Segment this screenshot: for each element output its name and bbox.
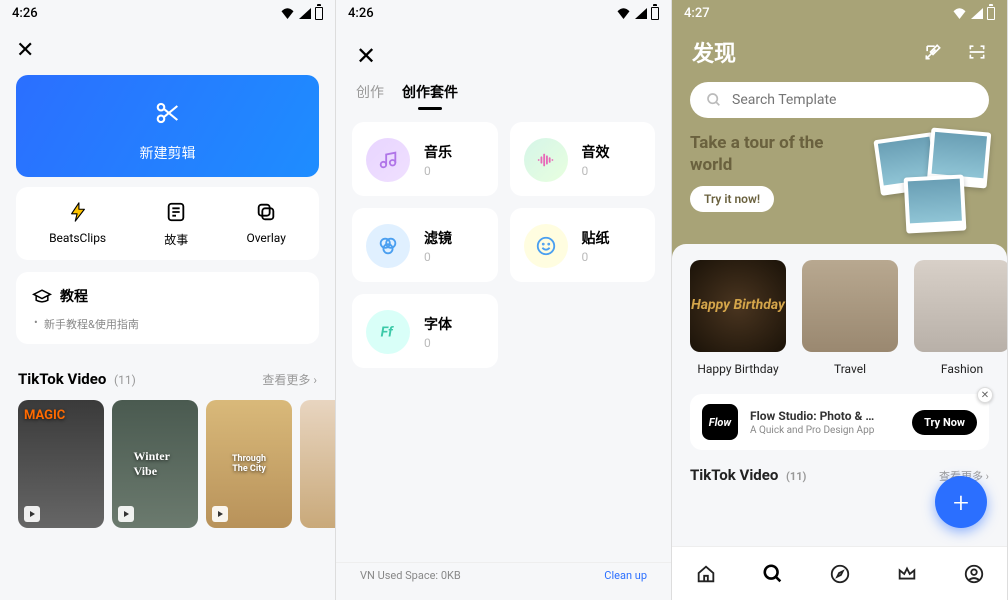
bolt-icon bbox=[66, 201, 90, 223]
graduation-cap-icon bbox=[32, 288, 52, 304]
wifi-icon bbox=[952, 7, 967, 19]
search-field[interactable] bbox=[732, 92, 973, 108]
filter-icon bbox=[366, 224, 410, 268]
tabs: 创作 创作套件 bbox=[336, 76, 671, 110]
used-space-label: VN Used Space: 0KB bbox=[360, 569, 461, 582]
play-icon bbox=[118, 506, 134, 522]
smile-icon bbox=[524, 224, 568, 268]
play-icon bbox=[24, 506, 40, 522]
crown-icon[interactable] bbox=[895, 562, 919, 586]
signal-icon bbox=[635, 8, 647, 19]
status-time: 4:27 bbox=[684, 6, 710, 21]
battery-icon bbox=[315, 7, 323, 20]
close-icon[interactable]: ✕ bbox=[16, 38, 34, 63]
search-icon bbox=[706, 92, 722, 108]
bottom-nav bbox=[672, 546, 1007, 600]
sticker-card[interactable]: 贴纸0 bbox=[510, 208, 656, 282]
status-bar: 4:26 bbox=[336, 0, 671, 26]
page-title: 发现 bbox=[692, 36, 736, 68]
category-item[interactable]: Fashion bbox=[914, 260, 1008, 376]
music-card[interactable]: 音乐0 bbox=[352, 122, 498, 196]
beatsclips-button[interactable]: BeatsClips bbox=[49, 201, 106, 248]
tiktok-count: (11) bbox=[114, 373, 136, 387]
status-bar: 4:27 bbox=[672, 0, 1007, 26]
fab-add-button[interactable]: + bbox=[935, 476, 987, 528]
tutorial-title: 教程 bbox=[60, 286, 88, 306]
font-card[interactable]: Ff 字体0 bbox=[352, 294, 498, 368]
beatsclips-label: BeatsClips bbox=[49, 231, 106, 245]
compass-icon[interactable] bbox=[828, 562, 852, 586]
svg-text:Ff: Ff bbox=[381, 325, 394, 341]
tutorial-sub: 新手教程&使用指南 bbox=[32, 316, 303, 332]
music-icon bbox=[366, 138, 410, 182]
close-ad-icon[interactable]: ✕ bbox=[977, 387, 993, 403]
thumbnail-row[interactable]: MAGIC Winter Vibe Through The City bbox=[16, 400, 319, 528]
status-bar: 4:26 bbox=[0, 0, 335, 26]
ad-try-button[interactable]: Try Now bbox=[912, 410, 977, 435]
search-input[interactable] bbox=[690, 82, 989, 118]
signal-icon bbox=[971, 8, 983, 19]
video-thumb[interactable] bbox=[300, 400, 336, 528]
ad-logo: Flow bbox=[702, 404, 738, 440]
list-icon bbox=[164, 201, 188, 223]
font-icon: Ff bbox=[366, 310, 410, 354]
video-thumb[interactable]: Winter Vibe bbox=[112, 400, 198, 528]
wifi-icon bbox=[280, 7, 295, 19]
category-image bbox=[802, 260, 898, 352]
cleanup-link[interactable]: Clean up bbox=[604, 569, 647, 582]
banner[interactable]: Take a tour of theworld Try it now! bbox=[690, 132, 989, 242]
search-nav-icon[interactable] bbox=[761, 562, 785, 586]
close-icon[interactable]: ✕ bbox=[356, 42, 376, 70]
category-image: Happy Birthday bbox=[690, 260, 786, 352]
category-image bbox=[914, 260, 1008, 352]
category-item[interactable]: Happy Birthday Happy Birthday bbox=[690, 260, 786, 376]
story-label: 故事 bbox=[164, 231, 188, 248]
overlay-icon bbox=[254, 201, 278, 223]
scissors-icon bbox=[154, 99, 182, 127]
new-edit-button[interactable]: 新建剪辑 bbox=[16, 75, 319, 177]
status-time: 4:26 bbox=[12, 6, 38, 21]
home-icon[interactable] bbox=[694, 562, 718, 586]
scan-icon[interactable] bbox=[967, 42, 987, 62]
category-item[interactable]: Travel bbox=[802, 260, 898, 376]
tutorial-card[interactable]: 教程 新手教程&使用指南 bbox=[16, 272, 319, 344]
tab-create[interactable]: 创作 bbox=[356, 82, 384, 110]
play-icon bbox=[212, 506, 228, 522]
story-button[interactable]: 故事 bbox=[164, 201, 188, 248]
tiktok-section-title: TikTok Video bbox=[690, 466, 778, 484]
profile-icon[interactable] bbox=[962, 562, 986, 586]
tab-kit[interactable]: 创作套件 bbox=[402, 82, 458, 110]
overlay-button[interactable]: Overlay bbox=[246, 201, 285, 248]
waveform-icon bbox=[524, 138, 568, 182]
ad-title: Flow Studio: Photo & … bbox=[750, 409, 900, 423]
status-time: 4:26 bbox=[348, 6, 374, 21]
video-thumb[interactable]: Through The City bbox=[206, 400, 292, 528]
see-more-link[interactable]: 查看更多 › bbox=[262, 371, 317, 388]
ad-subtitle: A Quick and Pro Design App bbox=[750, 425, 900, 436]
signal-icon bbox=[299, 8, 311, 19]
category-row[interactable]: Happy Birthday Happy Birthday Travel Fas… bbox=[690, 260, 989, 376]
video-thumb[interactable]: MAGIC bbox=[18, 400, 104, 528]
battery-icon bbox=[987, 7, 995, 20]
wifi-icon bbox=[616, 7, 631, 19]
tiktok-section-title: TikTok Video (11) bbox=[18, 370, 136, 388]
edit-icon[interactable] bbox=[923, 42, 943, 62]
filter-card[interactable]: 滤镜0 bbox=[352, 208, 498, 282]
battery-icon bbox=[651, 7, 659, 20]
sfx-card[interactable]: 音效0 bbox=[510, 122, 656, 196]
banner-image bbox=[863, 128, 993, 238]
overlay-label: Overlay bbox=[246, 231, 285, 245]
try-now-button[interactable]: Try it now! bbox=[690, 186, 774, 212]
feature-row: BeatsClips 故事 Overlay bbox=[16, 187, 319, 260]
footer: VN Used Space: 0KB Clean up bbox=[336, 562, 671, 582]
new-edit-label: 新建剪辑 bbox=[28, 143, 307, 163]
ad-card[interactable]: ✕ Flow Flow Studio: Photo & … A Quick an… bbox=[690, 394, 989, 450]
